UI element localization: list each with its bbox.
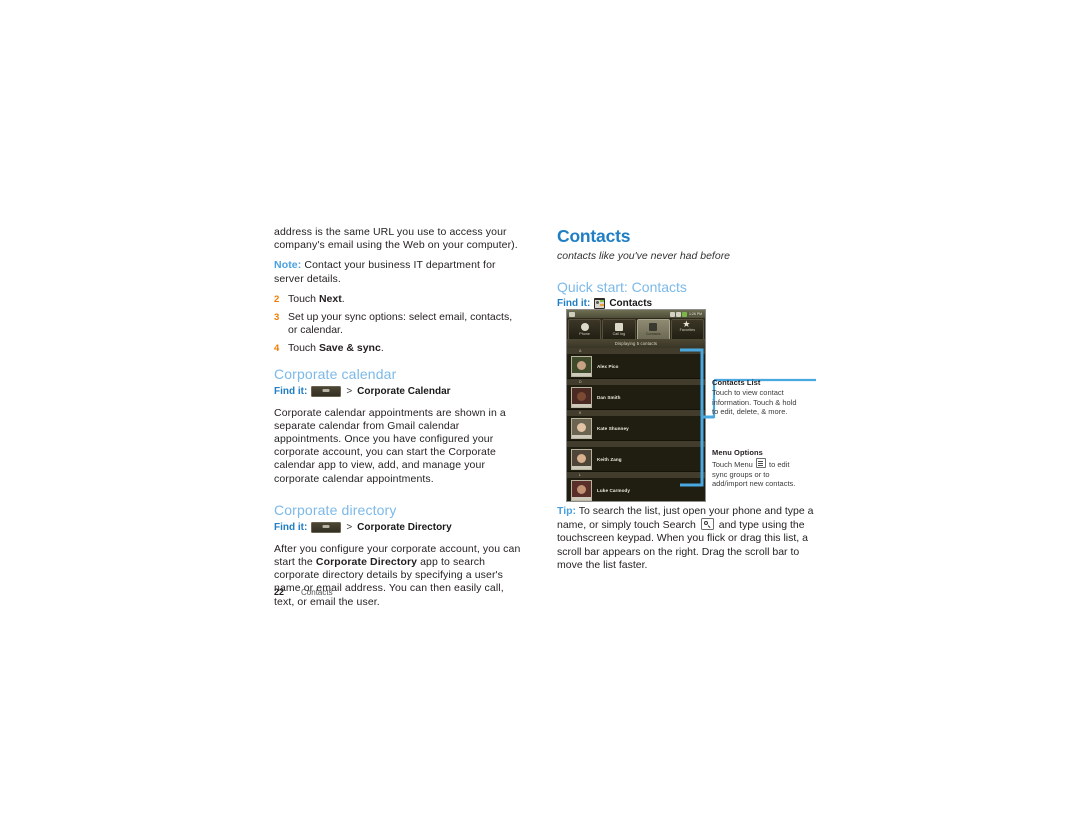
launcher-icon: [311, 385, 342, 397]
annotation-body-pre: Touch Menu: [712, 460, 755, 469]
avatar: [571, 479, 592, 501]
wifi-icon: [675, 311, 681, 317]
step-text-pre: Touch: [288, 342, 319, 355]
find-it-label: Find it:: [274, 521, 308, 533]
find-it-separator: >: [346, 521, 353, 533]
status-icons: 1:26 PM: [669, 311, 703, 317]
annotation-contacts-list: Contacts List Touch to view contact info…: [712, 378, 804, 417]
step-text-pre: Touch: [288, 292, 319, 305]
contact-name: Luke Carmody: [597, 487, 631, 493]
tab-favorites[interactable]: Favorites: [670, 319, 704, 339]
find-it-target: Corporate Calendar: [357, 385, 451, 397]
step-item: 3 Set up your sync options: select email,…: [274, 311, 522, 337]
avatar: [571, 355, 592, 377]
battery-icon: [681, 311, 687, 317]
contact-name: Keith Zang: [597, 456, 622, 462]
page-number: 22: [274, 587, 285, 597]
step-text-bold: Save & sync: [318, 342, 381, 355]
step-text-post: .: [341, 292, 345, 305]
phone-screenshot: 1:26 PM Phone Call log Contacts Favorite…: [566, 309, 706, 502]
tab-phone[interactable]: Phone: [568, 319, 602, 339]
step-text-post: .: [380, 342, 384, 355]
phone-status-bar: 1:26 PM: [567, 310, 705, 318]
avatar: [571, 386, 592, 408]
step-text-pre: Set up your sync options: select email, …: [288, 311, 513, 337]
section-heading-corporate-calendar: Corporate calendar: [274, 365, 397, 382]
annotation-body: Touch Menu to edit sync groups or to add…: [712, 458, 804, 489]
tab-label: Phone: [579, 332, 590, 336]
intro-paragraph: address is the same URL you use to acces…: [274, 226, 518, 252]
contact-name: Dan Smith: [597, 394, 621, 400]
annotation-title: Menu Options: [712, 448, 763, 457]
note-label: Note:: [274, 259, 302, 272]
tip-paragraph: Tip: To search the list, just open your …: [557, 505, 819, 572]
tip-label: Tip:: [557, 505, 577, 517]
find-it-target: Corporate Directory: [357, 521, 452, 533]
find-it-separator: >: [346, 385, 353, 397]
displaying-banner: Displaying 5 contacts: [567, 339, 705, 348]
signal-icon: [669, 311, 675, 317]
tab-label: Contacts: [645, 332, 661, 336]
corporate-directory-body: After you configure your corporate accou…: [274, 543, 522, 609]
tab-contacts[interactable]: Contacts: [636, 319, 670, 339]
annotation-title: Contacts List: [712, 378, 761, 387]
step-item: 4 Touch Save & sync.: [274, 342, 522, 355]
step-list: 2 Touch Next. 3 Set up your sync options: …: [274, 293, 522, 356]
left-column: address is the same URL you use to acces…: [274, 226, 522, 616]
phone-screen: 1:26 PM Phone Call log Contacts Favorite…: [566, 309, 706, 502]
call-log-icon: [614, 323, 623, 331]
list-item[interactable]: Keith Zang: [567, 447, 705, 472]
tab-call-log[interactable]: Call log: [602, 319, 636, 339]
page-footer: 22 Contacts: [274, 587, 333, 597]
page-title: Contacts: [557, 226, 631, 246]
quick-start-heading: Quick start: Contacts: [557, 279, 687, 295]
contacts-icon: [649, 323, 658, 331]
menu-key-icon: [755, 458, 766, 468]
step-number: 3: [274, 312, 280, 324]
list-item[interactable]: Luke Carmody: [567, 478, 705, 501]
annotation-body: Touch to view contact information. Touch…: [712, 388, 797, 417]
list-item[interactable]: Dan Smith: [567, 385, 705, 410]
corporate-directory-body-bold: Corporate Directory: [315, 556, 418, 569]
step-number: 2: [274, 293, 280, 305]
note-paragraph: Note: Contact your business IT departmen…: [274, 259, 522, 285]
annotation-menu-options: Menu Options Touch Menu to edit sync gro…: [712, 448, 804, 489]
right-column: Contacts contacts like you've never had …: [557, 226, 819, 319]
avatar: [571, 417, 592, 439]
corporate-calendar-body: Corporate calendar appointments are show…: [274, 406, 506, 485]
list-item[interactable]: Kate Shunney: [567, 416, 705, 441]
step-text-bold: Next: [318, 292, 342, 305]
list-item[interactable]: Alex Pico: [567, 354, 705, 379]
launcher-icon: [311, 521, 342, 533]
find-it-label: Find it:: [274, 385, 308, 397]
dialpad-icon: [580, 323, 589, 331]
find-it-corporate-calendar: Find it: > Corporate Calendar: [274, 385, 522, 398]
search-key-icon: [700, 518, 714, 531]
contact-name: Kate Shunney: [597, 425, 629, 431]
chapter-subtitle: contacts like you've never had before: [557, 250, 731, 262]
find-it-corporate-directory: Find it: > Corporate Directory: [274, 521, 522, 534]
section-heading-corporate-directory: Corporate directory: [274, 501, 397, 518]
notification-icon: [569, 311, 575, 317]
manual-page: address is the same URL you use to acces…: [0, 0, 1080, 834]
step-item: 2 Touch Next.: [274, 293, 522, 306]
tab-label: Call log: [612, 332, 626, 336]
status-time: 1:26 PM: [687, 311, 703, 317]
phone-tab-bar: Phone Call log Contacts Favorites: [567, 318, 705, 339]
note-text: Contact your business IT department for …: [274, 259, 496, 285]
avatar: [571, 448, 592, 470]
footer-chapter: Contacts: [301, 588, 333, 597]
step-number: 4: [274, 343, 280, 355]
contacts-app-icon: [594, 298, 606, 309]
contact-name: Alex Pico: [597, 363, 619, 369]
